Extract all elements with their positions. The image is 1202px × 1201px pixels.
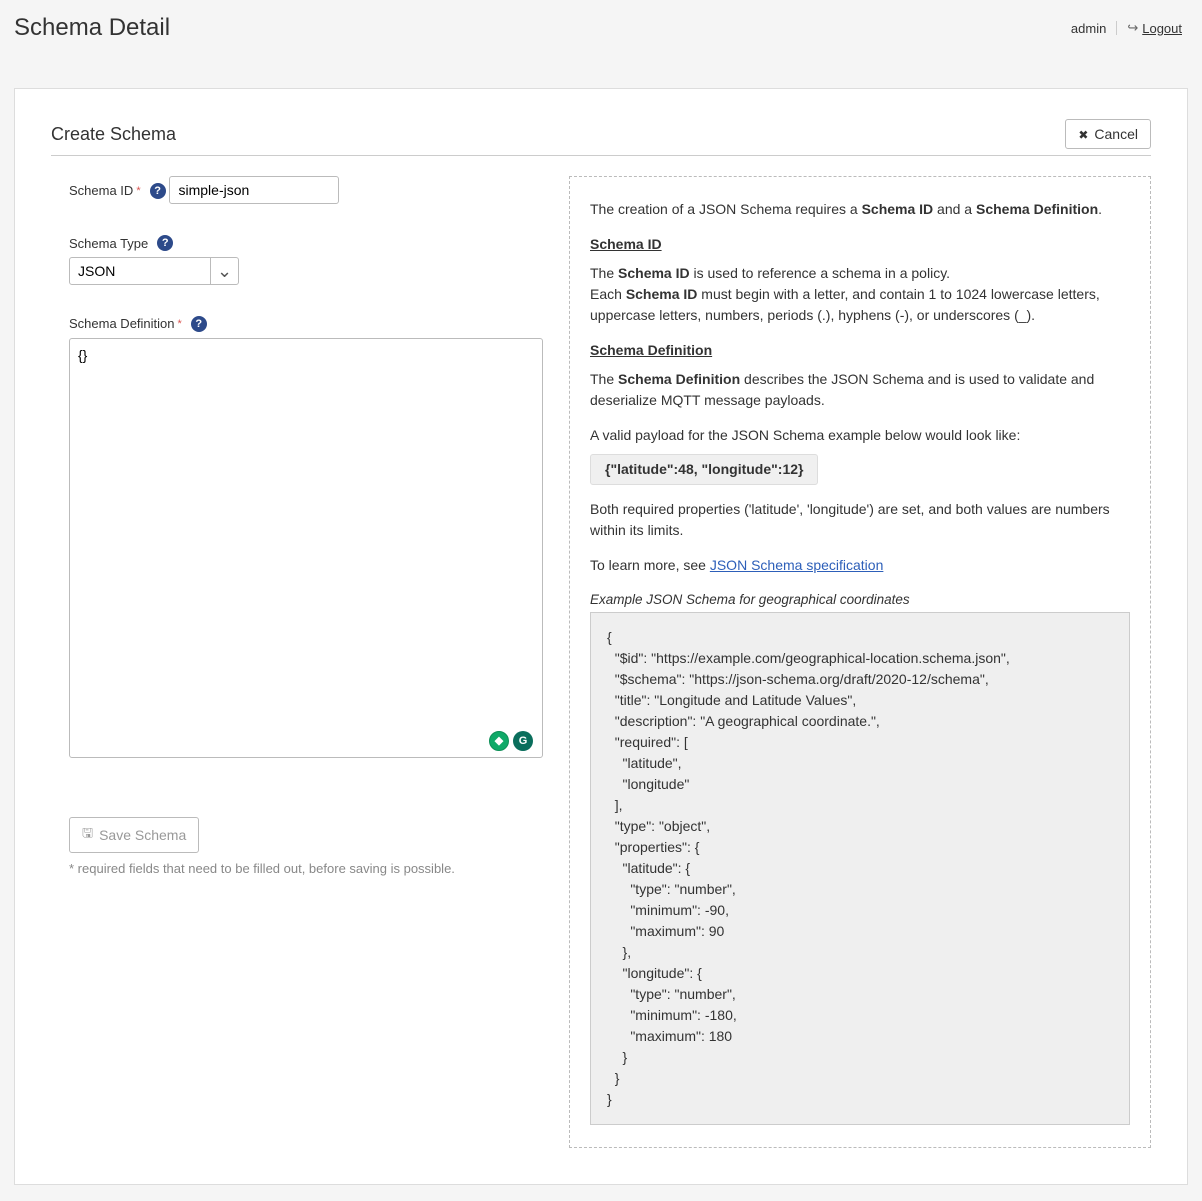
json-schema-spec-link[interactable]: JSON Schema specification xyxy=(710,557,884,573)
extension-icon[interactable]: ◆ xyxy=(489,731,509,751)
help-text: The xyxy=(590,265,618,281)
page-title: Schema Detail xyxy=(14,14,170,42)
required-marker: * xyxy=(136,185,140,197)
help-text: . xyxy=(1098,201,1102,217)
username-label: admin xyxy=(1071,21,1106,36)
schema-definition-textarea[interactable] xyxy=(69,338,543,758)
help-icon[interactable] xyxy=(191,316,207,332)
schema-type-select[interactable] xyxy=(69,257,239,285)
help-heading: Schema Definition xyxy=(590,340,1130,361)
help-text: Schema ID xyxy=(618,265,690,281)
help-text: Schema ID xyxy=(862,201,934,217)
required-marker: * xyxy=(178,318,182,330)
schema-id-input[interactable] xyxy=(169,176,339,204)
main-panel: Create Schema Cancel Schema ID * Schema … xyxy=(14,88,1188,1185)
help-text: To learn more, see xyxy=(590,557,710,573)
close-icon xyxy=(1078,126,1088,142)
help-text: and a xyxy=(933,201,976,217)
example-caption: Example JSON Schema for geographical coo… xyxy=(590,590,1130,610)
logout-icon xyxy=(1127,20,1138,36)
cancel-label: Cancel xyxy=(1094,126,1138,142)
save-label: Save Schema xyxy=(99,827,186,843)
help-panel: The creation of a JSON Schema requires a… xyxy=(569,176,1151,1148)
help-text: Schema Definition xyxy=(976,201,1098,217)
help-text: Schema ID xyxy=(626,286,698,302)
help-text: The xyxy=(590,371,618,387)
help-text: The creation of a JSON Schema requires a xyxy=(590,201,862,217)
help-text: is used to reference a schema in a polic… xyxy=(690,265,950,281)
help-heading: Schema ID xyxy=(590,234,1130,255)
help-text: Both required properties ('latitude', 'l… xyxy=(590,499,1130,541)
schema-definition-label: Schema Definition xyxy=(69,316,175,331)
section-title: Create Schema xyxy=(51,124,176,145)
help-text: Schema Definition xyxy=(618,371,740,387)
schema-type-label: Schema Type xyxy=(69,236,148,251)
cancel-button[interactable]: Cancel xyxy=(1065,119,1151,149)
save-icon xyxy=(82,824,93,846)
help-icon[interactable] xyxy=(157,235,173,251)
logout-link[interactable]: Logout xyxy=(1127,20,1182,36)
save-schema-button[interactable]: Save Schema xyxy=(69,817,199,853)
schema-id-label: Schema ID xyxy=(69,183,133,198)
logout-label: Logout xyxy=(1142,21,1182,36)
grammarly-icon[interactable]: G xyxy=(513,731,533,751)
help-text: Each xyxy=(590,286,626,302)
header-divider xyxy=(1116,21,1117,35)
help-icon[interactable] xyxy=(150,183,166,199)
code-snippet: {"latitude":48, "longitude":12} xyxy=(590,454,818,485)
example-code-block: { "$id": "https://example.com/geographic… xyxy=(590,612,1130,1125)
required-footnote: * required fields that need to be filled… xyxy=(69,861,543,876)
help-text: A valid payload for the JSON Schema exam… xyxy=(590,425,1130,446)
